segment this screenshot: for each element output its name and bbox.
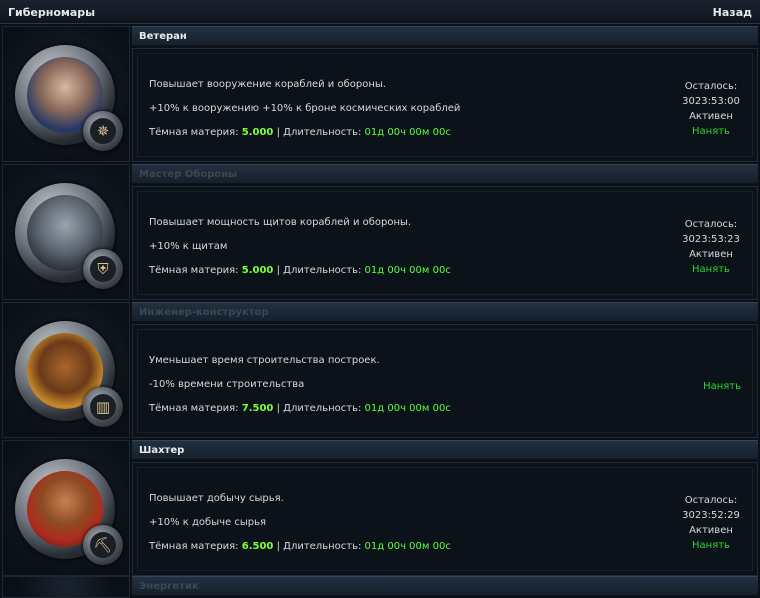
compass-star-icon: ✵ xyxy=(83,111,123,151)
separator: | xyxy=(276,403,280,414)
officer-row-miner: ⛏ Шахтер Повышает добычу сырья. +10% к д… xyxy=(2,440,758,576)
dm-value: 7.500 xyxy=(241,403,274,414)
officer-description: Повышает добычу сырья. xyxy=(149,493,284,504)
duration-value: 01д 00ч 00м 00с xyxy=(364,541,451,552)
dm-label: Тёмная материя: xyxy=(149,265,239,276)
officer-avatar-cell: ▥ xyxy=(2,302,130,438)
officer-row-defense-master: ⛨ Мастер Обороны Повышает мощность щитов… xyxy=(2,164,758,300)
separator: | xyxy=(276,265,280,276)
remaining-label: Осталось: xyxy=(684,219,738,230)
officer-status: Осталось: 3023:52:29 Активен Нанять xyxy=(671,493,751,553)
officer-status: Осталось: 3023:53:00 Активен Нанять xyxy=(671,79,751,139)
remaining-label: Осталось: xyxy=(684,495,738,506)
back-link[interactable]: Назад xyxy=(713,6,752,19)
officer-cost-line: Тёмная материя: 5.000 | Длительность: 01… xyxy=(149,127,451,138)
officer-name: Инженер-конструктор xyxy=(139,307,269,318)
officer-name: Мастер Обороны xyxy=(139,169,238,180)
officer-avatar-cell: ⛏ xyxy=(2,440,130,576)
officer-cost-line: Тёмная материя: 7.500 | Длительность: 01… xyxy=(149,403,451,414)
separator: | xyxy=(276,127,280,138)
officer-body: Повышает мощность щитов кораблей и оборо… xyxy=(132,186,758,300)
officer-name: Энергетик xyxy=(139,581,199,592)
remaining-time: 3023:52:29 xyxy=(682,510,740,521)
dm-value: 5.000 xyxy=(241,265,274,276)
dm-label: Тёмная материя: xyxy=(149,403,239,414)
duration-value: 01д 00ч 00м 00с xyxy=(364,127,451,138)
dm-value: 6.500 xyxy=(241,541,274,552)
duration-label: Длительность: xyxy=(283,541,362,552)
officer-bonus: -10% времени строительства xyxy=(149,379,305,390)
officer-status: Осталось: 3023:53:23 Активен Нанять xyxy=(671,217,751,277)
officer-description: Уменьшает время строительства построек. xyxy=(149,355,380,366)
separator: | xyxy=(276,541,280,552)
officer-row-engineer: ▥ Инженер-конструктор Уменьшает время ст… xyxy=(2,302,758,438)
officer-name: Ветеран xyxy=(139,31,187,42)
officer-avatar-cell xyxy=(2,576,130,598)
officer-header: Мастер Обороны xyxy=(132,164,758,184)
officer-body: Уменьшает время строительства построек. … xyxy=(132,324,758,438)
officer-bonus: +10% к щитам xyxy=(149,241,228,252)
officer-header: Шахтер xyxy=(132,440,758,460)
officer-cost-line: Тёмная материя: 5.000 | Длительность: 01… xyxy=(149,265,451,276)
buildings-icon: ▥ xyxy=(83,387,123,427)
remaining-time: 3023:53:00 xyxy=(682,96,740,107)
page-title: Гиберномары xyxy=(8,6,96,19)
dm-label: Тёмная материя: xyxy=(149,541,239,552)
status-state: Активен xyxy=(689,525,733,536)
officer-bonus: +10% к добыче сырья xyxy=(149,517,266,528)
officer-cost-line: Тёмная материя: 6.500 | Длительность: 01… xyxy=(149,541,451,552)
officer-description: Повышает вооружение кораблей и обороны. xyxy=(149,79,386,90)
officer-description: Повышает мощность щитов кораблей и оборо… xyxy=(149,217,412,228)
duration-label: Длительность: xyxy=(283,265,362,276)
shield-icon: ⛨ xyxy=(83,249,123,289)
officer-row-energetic: Энергетик xyxy=(2,576,758,598)
officer-row-veteran: ✵ Ветеран Повышает вооружение кораблей и… xyxy=(2,26,758,162)
status-state: Активен xyxy=(689,111,733,122)
officer-header: Энергетик xyxy=(132,576,758,596)
remaining-time: 3023:53:23 xyxy=(682,234,740,245)
hire-link[interactable]: Нанять xyxy=(671,124,751,139)
officer-body: Повышает добычу сырья. +10% к добыче сыр… xyxy=(132,462,758,576)
hire-link[interactable]: Нанять xyxy=(671,538,751,553)
officer-body: Повышает вооружение кораблей и обороны. … xyxy=(132,48,758,162)
duration-label: Длительность: xyxy=(283,403,362,414)
officer-bonus: +10% к вооружению +10% к броне космическ… xyxy=(149,103,461,114)
officer-avatar-cell: ✵ xyxy=(2,26,130,162)
remaining-label: Осталось: xyxy=(684,81,738,92)
duration-label: Длительность: xyxy=(283,127,362,138)
officer-header: Инженер-конструктор xyxy=(132,302,758,322)
duration-value: 01д 00ч 00м 00с xyxy=(364,265,451,276)
pickaxe-icon: ⛏ xyxy=(83,525,123,565)
top-bar: Гиберномары Назад xyxy=(0,0,760,24)
duration-value: 01д 00ч 00м 00с xyxy=(364,403,451,414)
status-state: Активен xyxy=(689,249,733,260)
officer-avatar-cell: ⛨ xyxy=(2,164,130,300)
hire-link[interactable]: Нанять xyxy=(703,381,741,392)
dm-label: Тёмная материя: xyxy=(149,127,239,138)
officer-header: Ветеран xyxy=(132,26,758,46)
hire-link[interactable]: Нанять xyxy=(671,262,751,277)
officer-name: Шахтер xyxy=(139,445,185,456)
dm-value: 5.000 xyxy=(241,127,274,138)
